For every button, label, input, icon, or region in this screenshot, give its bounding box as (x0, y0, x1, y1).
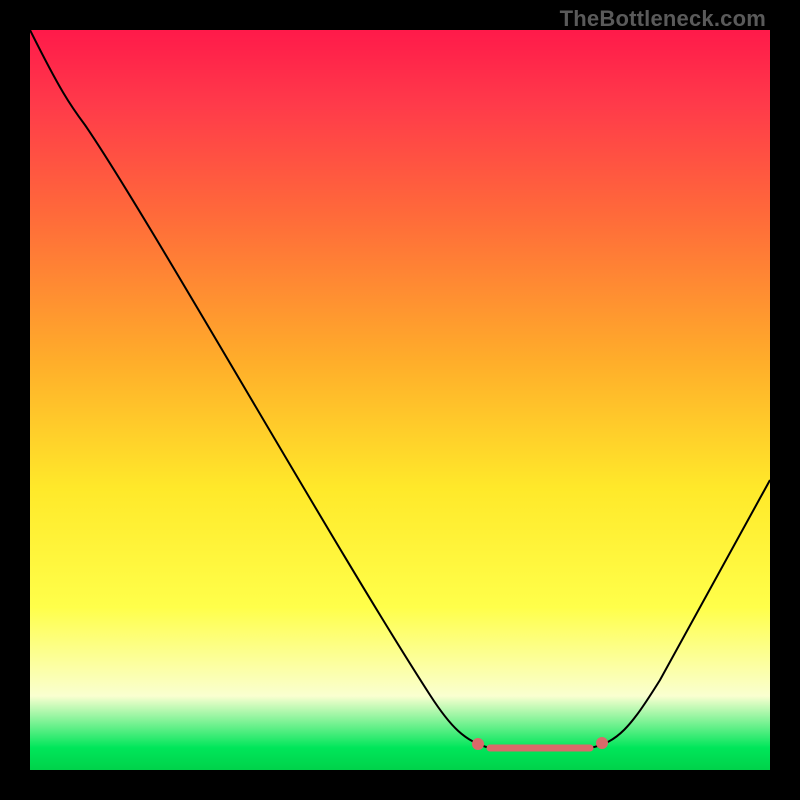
plot-area (30, 30, 770, 770)
bottleneck-curve (30, 30, 770, 748)
optimal-range-dot-right (596, 737, 608, 749)
watermark: TheBottleneck.com (560, 6, 766, 32)
optimal-range-dot-left (472, 738, 484, 750)
chart-container: TheBottleneck.com (0, 0, 800, 800)
chart-svg (30, 30, 770, 770)
